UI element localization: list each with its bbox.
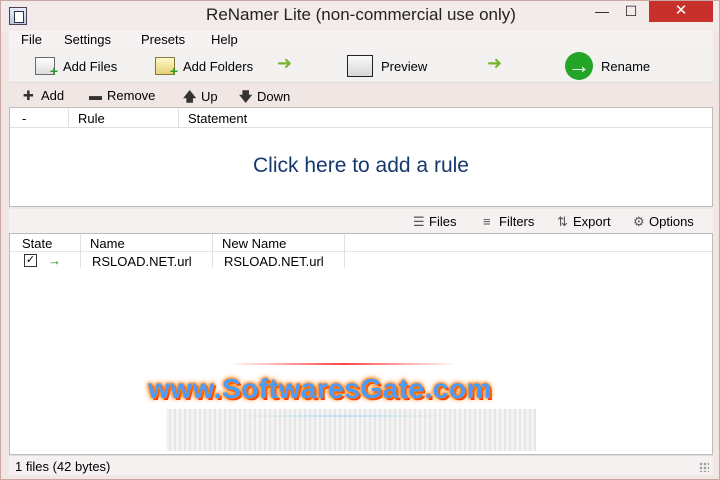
move-up-label: Up bbox=[201, 89, 218, 104]
remove-rule-button[interactable]: ▬ Remove bbox=[89, 88, 155, 103]
renamer-window: ReNamer Lite (non-commercial use only) —… bbox=[0, 0, 720, 480]
add-rule-label: Add bbox=[41, 88, 65, 103]
rename-button[interactable]: → Rename bbox=[565, 52, 651, 80]
rules-col-index[interactable]: - bbox=[22, 111, 26, 126]
main-toolbar: Add Files Add Folders ➜ Preview ➜ → Rena… bbox=[9, 49, 713, 83]
add-folders-button[interactable]: Add Folders bbox=[155, 53, 253, 79]
resize-grip-icon[interactable] bbox=[699, 462, 709, 472]
options-menu-button[interactable]: ⚙ Options bbox=[633, 214, 694, 230]
options-menu-label: Options bbox=[649, 214, 694, 229]
filters-menu-label: Filters bbox=[499, 214, 535, 229]
watermark-text: www.SoftwaresGate.com bbox=[148, 373, 492, 404]
add-folders-label: Add Folders bbox=[183, 58, 254, 74]
status-bar: 1 files (42 bytes) bbox=[9, 455, 713, 475]
menu-bar: File Settings Presets Help bbox=[9, 31, 713, 49]
rules-header: - Rule Statement bbox=[10, 108, 712, 128]
menu-file[interactable]: File bbox=[21, 32, 42, 47]
file-checkbox[interactable]: ✓ bbox=[24, 254, 37, 267]
column-separator bbox=[178, 108, 179, 128]
minus-icon: ▬ bbox=[89, 88, 102, 103]
menu-help[interactable]: Help bbox=[211, 32, 238, 47]
preview-button[interactable]: Preview bbox=[347, 53, 427, 79]
arrow-right-icon: ➜ bbox=[487, 53, 503, 73]
menu-settings[interactable]: Settings bbox=[64, 32, 111, 47]
files-header: State Name New Name bbox=[10, 234, 712, 268]
export-menu-button[interactable]: ⇅ Export bbox=[557, 214, 611, 230]
rename-icon: → bbox=[565, 52, 593, 80]
rule-toolbar: ✚ Add ▬ Remove 🡅 Up 🡇 Down bbox=[9, 85, 713, 107]
status-text: 1 files (42 bytes) bbox=[15, 459, 111, 474]
rules-table[interactable]: - Rule Statement Click here to add a rul… bbox=[9, 107, 713, 207]
column-separator bbox=[68, 108, 69, 128]
files-col-name[interactable]: Name bbox=[90, 236, 125, 251]
file-new-name: RSLOAD.NET.url bbox=[224, 254, 324, 269]
files-col-new-name[interactable]: New Name bbox=[222, 236, 286, 251]
rules-col-rule[interactable]: Rule bbox=[78, 111, 105, 126]
preview-icon bbox=[347, 55, 373, 77]
files-icon: ☰ bbox=[413, 214, 425, 229]
add-rule-button[interactable]: ✚ Add bbox=[23, 88, 64, 104]
filters-icon: ≡ bbox=[483, 214, 491, 229]
state-arrow-icon: → bbox=[48, 253, 61, 268]
title-bar[interactable]: ReNamer Lite (non-commercial use only) —… bbox=[1, 1, 719, 31]
add-files-button[interactable]: Add Files bbox=[35, 53, 117, 79]
rules-col-statement[interactable]: Statement bbox=[188, 111, 247, 126]
table-row[interactable]: ✓ → RSLOAD.NET.url RSLOAD.NET.url bbox=[10, 252, 712, 270]
close-button[interactable]: ✕ bbox=[649, 1, 713, 22]
files-menu-label: Files bbox=[429, 214, 457, 229]
maximize-button[interactable]: ☐ bbox=[617, 1, 645, 22]
plus-icon: ✚ bbox=[23, 88, 34, 103]
add-rule-prompt[interactable]: Click here to add a rule bbox=[10, 154, 712, 178]
rename-label: Rename bbox=[601, 58, 651, 74]
watermark: www.SoftwaresGate.com bbox=[146, 363, 556, 453]
minimize-button[interactable]: — bbox=[588, 1, 616, 22]
files-col-state[interactable]: State bbox=[22, 236, 52, 251]
watermark-shadow bbox=[166, 409, 536, 451]
move-down-label: Down bbox=[257, 89, 291, 104]
file-name: RSLOAD.NET.url bbox=[92, 254, 192, 269]
options-icon: ⚙ bbox=[633, 214, 645, 229]
export-menu-label: Export bbox=[573, 214, 611, 229]
files-toolbar: ☰ Files ≡ Filters ⇅ Export ⚙ Options bbox=[9, 209, 713, 233]
add-folders-icon bbox=[155, 57, 178, 79]
remove-rule-label: Remove bbox=[107, 88, 156, 103]
add-files-icon bbox=[35, 57, 58, 79]
files-menu-button[interactable]: ☰ Files bbox=[413, 214, 456, 230]
arrow-right-icon: ➜ bbox=[277, 53, 293, 73]
add-files-label: Add Files bbox=[63, 58, 118, 74]
preview-label: Preview bbox=[381, 58, 428, 74]
filters-menu-button[interactable]: ≡ Filters bbox=[483, 214, 534, 229]
menu-presets[interactable]: Presets bbox=[141, 32, 185, 47]
watermark-red-line bbox=[228, 363, 458, 365]
export-icon: ⇅ bbox=[557, 214, 568, 229]
